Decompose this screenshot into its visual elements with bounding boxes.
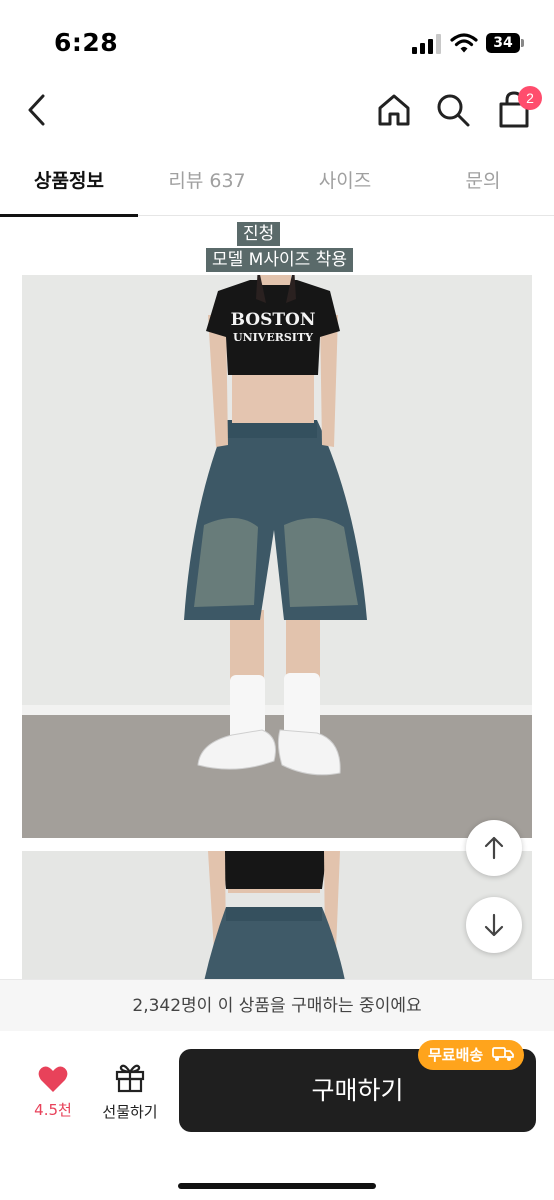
home-icon[interactable] [374, 90, 414, 130]
color-label: 진청 [237, 222, 281, 246]
status-bar: 6:28 34 [0, 0, 554, 80]
search-icon[interactable] [433, 90, 473, 130]
wifi-icon [450, 33, 478, 53]
tab-label: 리뷰 637 [168, 170, 246, 192]
like-count: 4.5천 [34, 1101, 72, 1119]
buy-button-label: 구매하기 [311, 1076, 404, 1105]
cart-count-badge: 2 [518, 86, 542, 110]
product-tabs: 상품정보 리뷰 637 사이즈 문의 [0, 158, 554, 217]
scroll-down-button[interactable] [466, 897, 522, 953]
bottom-action-bar: 4.5천 선물하기 구매하기 무료배송 [0, 1031, 554, 1200]
product-detail-content[interactable]: 진청 모델 M사이즈 착용 BOSTON UNIVERSITY [0, 217, 554, 979]
shirt-text-university: UNIVERSITY [233, 331, 313, 344]
battery-level: 34 [493, 35, 513, 51]
tab-inquiry[interactable]: 문의 [414, 158, 552, 216]
tab-label: 문의 [465, 170, 501, 192]
tab-size[interactable]: 사이즈 [276, 158, 414, 216]
gift-label: 선물하기 [102, 1103, 158, 1121]
scroll-up-button[interactable] [466, 820, 522, 876]
gift-icon [115, 1064, 145, 1093]
tab-label: 상품정보 [34, 170, 104, 192]
top-navigation [0, 80, 554, 140]
battery-icon: 34 [486, 33, 524, 53]
home-indicator [178, 1183, 376, 1189]
gift-button[interactable]: 선물하기 [96, 1061, 164, 1125]
tab-reviews[interactable]: 리뷰 637 [138, 158, 276, 216]
tab-label: 사이즈 [318, 170, 372, 192]
status-time: 6:28 [54, 28, 119, 57]
back-button[interactable] [18, 90, 58, 130]
buyers-count-notice: 2,342명이 이 상품을 구매하는 중이에요 [0, 979, 554, 1031]
cellular-signal-icon [412, 34, 441, 54]
truck-icon [492, 1047, 515, 1061]
heart-icon [38, 1066, 68, 1092]
shirt-text-boston: BOSTON [231, 310, 316, 330]
tab-product-info[interactable]: 상품정보 [0, 158, 138, 217]
free-shipping-badge: 무료배송 [418, 1040, 525, 1070]
like-button[interactable]: 4.5천 [24, 1065, 82, 1125]
model-size-label: 모델 M사이즈 착용 [206, 248, 353, 272]
product-photo [22, 851, 532, 979]
free-shipping-label: 무료배송 [428, 1046, 484, 1064]
product-photo: BOSTON UNIVERSITY [22, 275, 532, 838]
